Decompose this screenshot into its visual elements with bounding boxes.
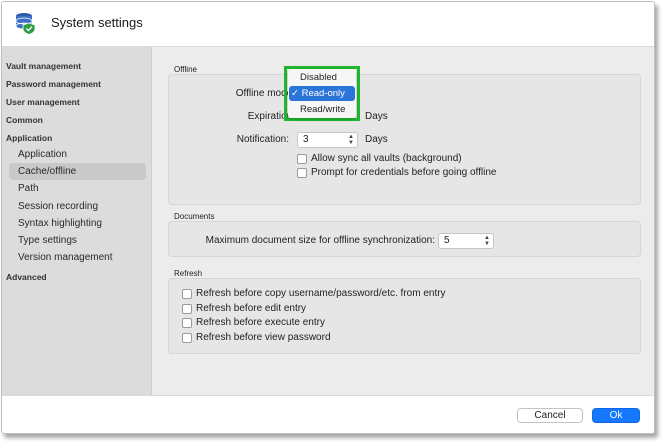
sidebar-item-advanced[interactable]: Advanced [6, 269, 156, 286]
sidebar-item-application[interactable]: Application [18, 146, 168, 163]
dropdown-option-read-only[interactable]: ✓ Read-only [289, 86, 355, 101]
refresh-option-label: Refresh before execute entry [196, 317, 325, 328]
settings-content: Offline Offline mode: Expiration: Days N… [153, 47, 654, 395]
refresh-checkbox[interactable] [182, 304, 192, 314]
sidebar-item-common[interactable]: Common [6, 112, 156, 129]
dropdown-option-label: Read-only [301, 88, 345, 99]
stepper-arrows-icon[interactable]: ▲ ▼ [482, 235, 492, 247]
max-document-size-stepper[interactable]: 5 ▲ ▼ [438, 233, 494, 249]
max-document-size-value: 5 [444, 235, 450, 246]
offline-mode-dropdown[interactable]: Disabled ✓ Read-only Read/write [288, 69, 356, 118]
sidebar-item-syntax-highlighting[interactable]: Syntax highlighting [18, 215, 168, 232]
sidebar-item-session-recording[interactable]: Session recording [18, 198, 168, 215]
notification-value: 3 [303, 134, 309, 145]
refresh-option-label: Refresh before edit entry [196, 303, 307, 314]
offline-section-title: Offline [174, 65, 197, 74]
notification-unit: Days [365, 134, 388, 145]
offline-mode-label: Offline mode: [235, 88, 295, 99]
refresh-option-label: Refresh before copy username/password/et… [196, 288, 446, 299]
allow-sync-checkbox[interactable] [297, 154, 307, 164]
refresh-option-label: Refresh before view password [196, 332, 331, 343]
stepper-arrows-icon[interactable]: ▲ ▼ [346, 134, 356, 146]
sidebar-item-type-settings[interactable]: Type settings [18, 232, 168, 249]
notification-stepper[interactable]: 3 ▲ ▼ [297, 132, 358, 148]
refresh-checkbox[interactable] [182, 289, 192, 299]
sidebar-item-path[interactable]: Path [18, 180, 168, 197]
prompt-credentials-label: Prompt for credentials before going offl… [311, 167, 497, 178]
expiration-unit: Days [365, 111, 388, 122]
settings-window: System settings Vault management Passwor… [1, 1, 655, 434]
database-shield-icon [15, 13, 36, 35]
ok-button[interactable]: Ok [592, 408, 640, 423]
refresh-section-title: Refresh [174, 269, 203, 278]
refresh-checkbox[interactable] [182, 318, 192, 328]
window-title: System settings [51, 15, 143, 30]
expiration-label: Expiration: [247, 111, 295, 122]
refresh-panel: Refresh before copy username/password/et… [168, 278, 641, 354]
title-bar: System settings [2, 2, 654, 47]
max-document-size-label: Maximum document size for offline synchr… [205, 235, 435, 246]
sidebar-item-user-management[interactable]: User management [6, 94, 156, 111]
sidebar-item-password-management[interactable]: Password management [6, 76, 156, 93]
sidebar-item-version-management[interactable]: Version management [18, 249, 168, 266]
offline-panel: Offline mode: Expiration: Days Notificat… [168, 74, 641, 205]
dropdown-option-disabled[interactable]: Disabled [289, 70, 355, 85]
refresh-checkbox[interactable] [182, 333, 192, 343]
dropdown-option-read-write[interactable]: Read/write [289, 102, 355, 117]
allow-sync-label: Allow sync all vaults (background) [311, 153, 462, 164]
sidebar-item-application-group[interactable]: Application [6, 130, 156, 147]
cancel-button[interactable]: Cancel [517, 408, 583, 423]
settings-sidebar: Vault management Password management Use… [2, 47, 152, 395]
checkmark-icon: ✓ [291, 88, 299, 99]
notification-label: Notification: [236, 134, 289, 145]
documents-panel: Maximum document size for offline synchr… [168, 221, 641, 257]
sidebar-item-vault-management[interactable]: Vault management [6, 58, 156, 75]
prompt-credentials-checkbox[interactable] [297, 168, 307, 178]
sidebar-item-cache-offline[interactable]: Cache/offline [9, 163, 146, 180]
dialog-footer: Cancel Ok [2, 395, 654, 433]
documents-section-title: Documents [174, 212, 215, 221]
